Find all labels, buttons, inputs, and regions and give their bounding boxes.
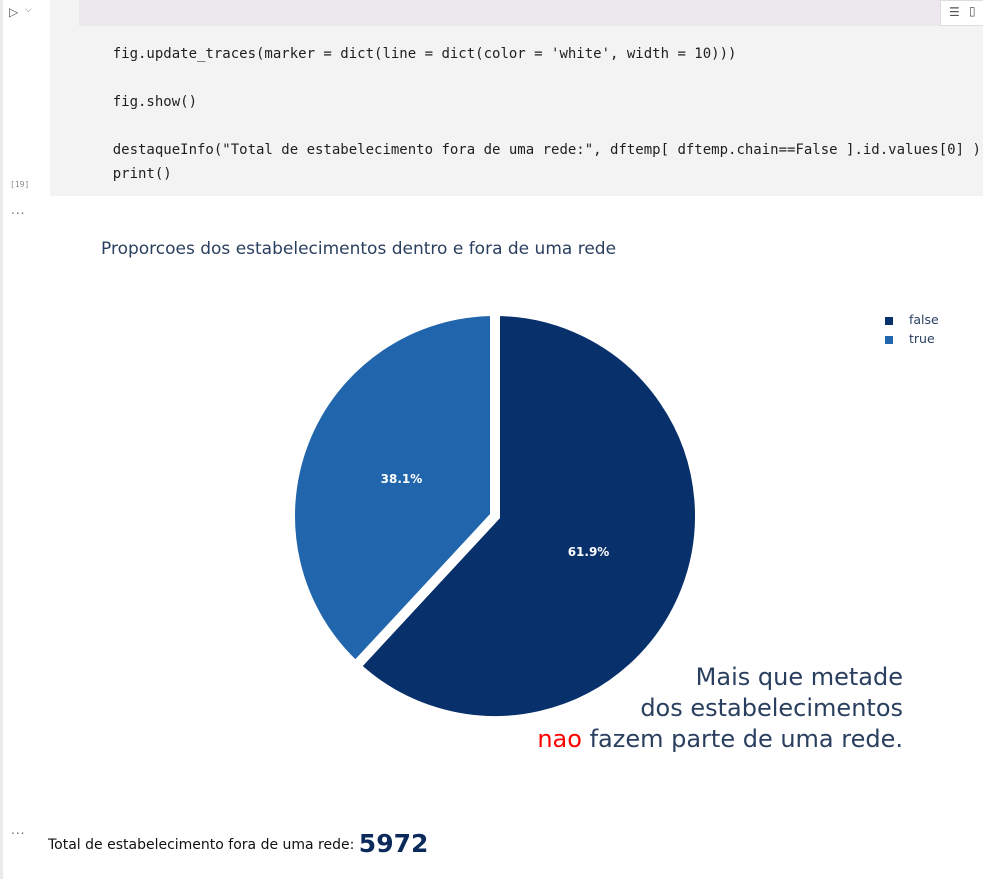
legend-label-false: false — [909, 312, 939, 327]
legend-swatch-true — [885, 336, 893, 344]
annotation-highlight: nao — [537, 725, 582, 753]
annotation-line-3-rest: fazem parte de uma rede. — [581, 725, 903, 753]
legend-label-true: true — [909, 331, 935, 346]
chart-annotation: Mais que metade dos estabelecimentos nao… — [537, 662, 903, 755]
annotation-line-2: dos estabelecimentos — [640, 694, 903, 722]
output-ellipsis-icon-2[interactable]: ... — [11, 823, 25, 837]
pie-label-true: 38.1% — [381, 472, 423, 486]
legend-swatch-false — [885, 317, 893, 325]
annotation-line-1: Mais que metade — [695, 663, 903, 691]
pie-label-false: 61.9% — [568, 545, 610, 559]
annotation-line-3: nao fazem parte de uma rede. — [537, 724, 903, 755]
result-label: Total de estabelecimento fora de uma red… — [48, 837, 355, 853]
result-output: Total de estabelecimento fora de uma red… — [48, 826, 429, 858]
result-value: 5972 — [358, 829, 429, 858]
